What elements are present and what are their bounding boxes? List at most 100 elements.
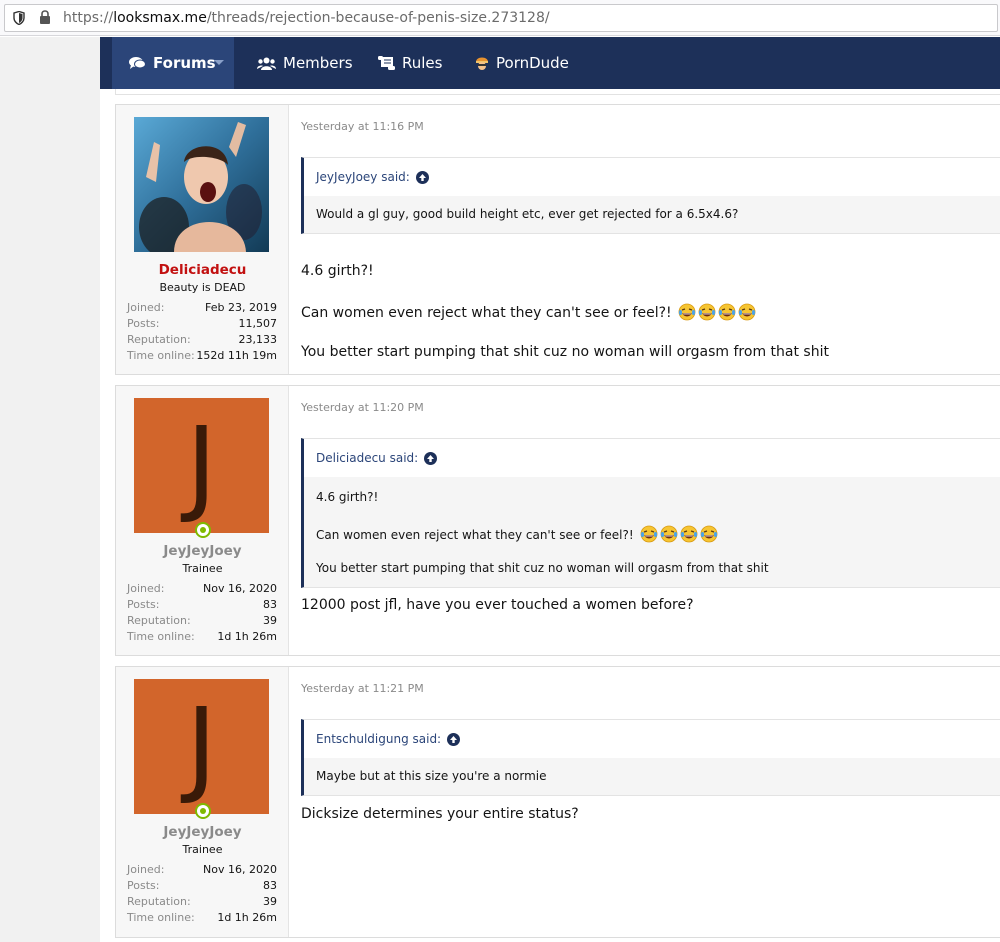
url-path: /threads/rejection-because-of-penis-size…: [206, 10, 550, 26]
tab-label: Rules: [402, 54, 443, 72]
stat-label: Time online:: [127, 349, 195, 362]
quote-text: Maybe but at this size you're a normie: [316, 769, 547, 783]
porndude-icon: [476, 57, 488, 70]
stat-posts: 83: [263, 598, 277, 611]
stat-label: Posts:: [127, 879, 160, 892]
stat-time-online: 1d 1h 26m: [217, 911, 277, 924]
tears-of-joy-emoji-icon: [678, 303, 696, 321]
message-line: Can women even reject what they can't se…: [301, 303, 756, 321]
user-info: J JeyJeyJoey Trainee Joined: Nov 16, 2020…: [116, 386, 289, 655]
arrow-up-circle-icon[interactable]: [447, 732, 461, 746]
avatar[interactable]: J: [134, 398, 269, 533]
user-title: Trainee: [182, 843, 223, 856]
quote-body: Maybe but at this size you're a normie: [304, 758, 1000, 795]
avatar[interactable]: [134, 117, 269, 252]
stat-reputation: 39: [263, 614, 277, 627]
tab-label: PornDude: [496, 54, 569, 72]
comments-icon: [129, 57, 146, 69]
post: J JeyJeyJoey Trainee Joined: Nov 16, 2020…: [115, 666, 1000, 938]
stat-label: Posts:: [127, 317, 160, 330]
quote-text: Can women even reject what they can't se…: [316, 528, 634, 542]
stat-label: Time online:: [127, 911, 195, 924]
tears-of-joy-emoji-icon: [680, 525, 697, 543]
user-stats: Joined: Nov 16, 2020 Posts: 83 Reputation:…: [127, 862, 277, 926]
post: Deliciadecu Beauty is DEAD Joined: Feb 23…: [115, 104, 1000, 375]
laughing-emoji-group: [676, 303, 756, 321]
stat-reputation: 39: [263, 895, 277, 908]
tears-of-joy-emoji-icon: [738, 303, 756, 321]
message-line: 12000 post jfl, have you ever touched a …: [301, 597, 694, 613]
post-date[interactable]: Yesterday at 11:20 PM: [301, 401, 424, 414]
photo-avatar-image: [134, 117, 269, 252]
stat-label: Posts:: [127, 598, 160, 611]
username[interactable]: Deliciadecu: [116, 262, 289, 278]
stat-joined: Feb 23, 2019: [205, 301, 277, 314]
stat-label: Joined:: [127, 301, 165, 314]
tears-of-joy-emoji-icon: [700, 525, 717, 543]
message-text: Can women even reject what they can't se…: [301, 305, 672, 321]
main-navigation: Forums Members Rules PornDude: [100, 37, 1000, 89]
quote-author-label: JeyJeyJoey said:: [316, 170, 410, 184]
quote-block: JeyJeyJoey said: Would a gl guy, good bu…: [301, 157, 1000, 234]
tab-forums[interactable]: Forums: [112, 37, 234, 89]
post-date[interactable]: Yesterday at 11:16 PM: [301, 120, 424, 133]
user-title: Beauty is DEAD: [159, 281, 246, 294]
stat-label: Joined:: [127, 863, 165, 876]
laughing-emoji-group: [638, 525, 718, 543]
tears-of-joy-emoji-icon: [660, 525, 677, 543]
message-line: 4.6 girth?!: [301, 263, 374, 279]
tab-porndude[interactable]: PornDude: [475, 37, 569, 89]
quote-block: Entschuldigung said: Maybe but at this s…: [301, 719, 1000, 796]
user-title: Trainee: [182, 562, 223, 575]
arrow-up-circle-icon[interactable]: [415, 170, 429, 184]
url-domain: looksmax.me: [113, 10, 207, 26]
stat-label: Joined:: [127, 582, 165, 595]
username[interactable]: JeyJeyJoey: [116, 543, 289, 559]
tears-of-joy-emoji-icon: [698, 303, 716, 321]
tab-label: Forums: [153, 54, 216, 72]
user-info: Deliciadecu Beauty is DEAD Joined: Feb 23…: [116, 105, 289, 374]
stat-joined: Nov 16, 2020: [203, 863, 277, 876]
quote-author[interactable]: Deliciadecu said:: [304, 439, 1000, 477]
avatar-letter: J: [186, 404, 217, 526]
address-bar[interactable]: https://looksmax.me/threads/rejection-be…: [4, 4, 998, 32]
stat-label: Reputation:: [127, 895, 191, 908]
user-stats: Joined: Nov 16, 2020 Posts: 83 Reputation:…: [127, 581, 277, 645]
url-text[interactable]: https://looksmax.me/threads/rejection-be…: [63, 10, 550, 26]
online-status-icon: [195, 522, 211, 538]
tears-of-joy-emoji-icon: [718, 303, 736, 321]
stat-joined: Nov 16, 2020: [203, 582, 277, 595]
message-line: You better start pumping that shit cuz n…: [301, 344, 829, 360]
stat-time-online: 152d 11h 19m: [196, 349, 277, 362]
avatar[interactable]: J: [134, 679, 269, 814]
post-date[interactable]: Yesterday at 11:21 PM: [301, 682, 424, 695]
tab-rules[interactable]: Rules: [378, 37, 442, 89]
stat-label: Time online:: [127, 630, 195, 643]
shield-icon[interactable]: [13, 11, 25, 25]
quote-author-label: Entschuldigung said:: [316, 732, 442, 746]
user-stats: Joined: Feb 23, 2019 Posts: 11,507 Reputat…: [127, 300, 277, 364]
username[interactable]: JeyJeyJoey: [116, 824, 289, 840]
tab-members[interactable]: Members: [257, 37, 353, 89]
tears-of-joy-emoji-icon: [640, 525, 657, 543]
stat-label: Reputation:: [127, 614, 191, 627]
users-icon: [257, 57, 276, 70]
browser-toolbar: https://looksmax.me/threads/rejection-be…: [0, 0, 1000, 36]
previous-post-edge: [115, 89, 1000, 95]
quote-author[interactable]: Entschuldigung said:: [304, 720, 1000, 758]
url-prefix: https://: [63, 10, 114, 26]
quote-text: You better start pumping that shit cuz n…: [316, 561, 769, 575]
avatar-letter: J: [186, 685, 217, 807]
stat-time-online: 1d 1h 26m: [217, 630, 277, 643]
quote-author[interactable]: JeyJeyJoey said:: [304, 158, 1000, 196]
tab-label: Members: [283, 54, 353, 72]
scroll-icon: [378, 56, 395, 70]
lock-icon[interactable]: [39, 10, 51, 25]
arrow-up-circle-icon[interactable]: [424, 451, 438, 465]
quote-body: 4.6 girth?! Can women even reject what t…: [304, 477, 1000, 587]
chevron-down-icon[interactable]: [214, 60, 224, 65]
left-gutter: [0, 37, 100, 942]
stat-posts: 83: [263, 879, 277, 892]
quote-body: Would a gl guy, good build height etc, e…: [304, 196, 1000, 233]
stat-posts: 11,507: [238, 317, 278, 330]
